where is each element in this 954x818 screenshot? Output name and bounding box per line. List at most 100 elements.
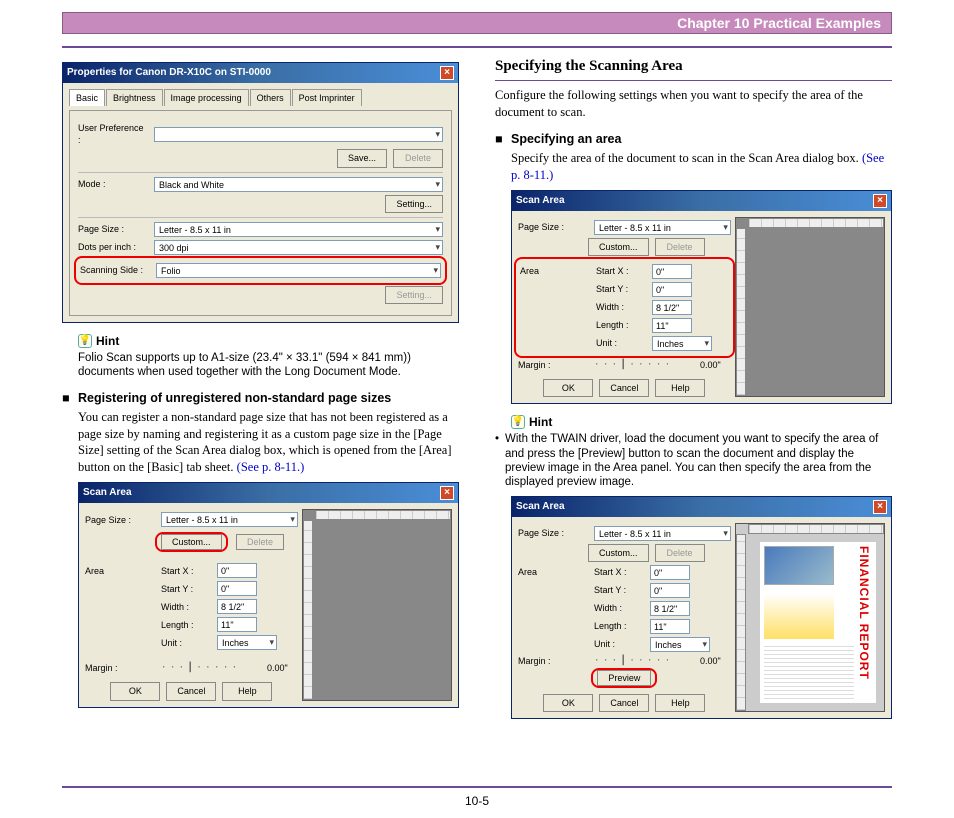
preview-pane[interactable]: FINANCIAL REPORT xyxy=(735,523,885,713)
save-button[interactable]: Save... xyxy=(337,149,387,167)
dpi-combo[interactable]: 300 dpi xyxy=(154,240,443,255)
pagesize-combo[interactable]: Letter - 8.5 x 11 in xyxy=(594,526,731,541)
hint-label: Hint xyxy=(96,333,119,349)
chapter-header: Chapter 10 Practical Examples xyxy=(62,12,892,34)
length-label: Length : xyxy=(596,319,646,331)
mode-setting-button[interactable]: Setting... xyxy=(385,195,443,213)
custom-button[interactable]: Custom... xyxy=(161,534,222,550)
ok-button[interactable]: OK xyxy=(543,379,593,397)
startx-label: Start X : xyxy=(596,265,646,277)
hint-text: With the TWAIN driver, load the document… xyxy=(495,432,892,490)
heading-rule xyxy=(495,80,892,81)
tab-image-processing[interactable]: Image processing xyxy=(164,89,249,106)
ok-button[interactable]: OK xyxy=(110,682,160,700)
preview-page: FINANCIAL REPORT xyxy=(760,542,876,704)
length-input[interactable]: 11" xyxy=(652,318,692,333)
help-button[interactable]: Help xyxy=(655,694,705,712)
body-registering: You can register a non-standard page siz… xyxy=(62,409,459,477)
preview-button[interactable]: Preview xyxy=(597,670,651,686)
pagesize-label: Page Size : xyxy=(85,514,155,526)
delete-button: Delete xyxy=(393,149,443,167)
length-label: Length : xyxy=(161,619,211,631)
preview-pane xyxy=(735,217,885,397)
ruler-horizontal xyxy=(748,524,884,534)
mode-combo[interactable]: Black and White xyxy=(154,177,443,192)
margin-label: Margin : xyxy=(518,655,588,667)
dialog-title: Scan Area xyxy=(83,486,132,500)
mode-label: Mode : xyxy=(78,178,148,190)
ruler-horizontal xyxy=(748,218,884,228)
unit-combo[interactable]: Inches xyxy=(217,635,277,650)
length-input[interactable]: 11" xyxy=(650,619,690,634)
unit-label: Unit : xyxy=(596,337,646,349)
tab-post-imprinter[interactable]: Post Imprinter xyxy=(292,89,362,106)
subhead-registering: Registering of unregistered non-standard… xyxy=(62,390,459,407)
link-p811[interactable]: (See p. 8-11.) xyxy=(237,460,305,474)
width-input[interactable]: 8 1/2" xyxy=(652,300,692,315)
bulb-icon: 💡 xyxy=(511,415,525,429)
side-setting-button: Setting... xyxy=(385,286,443,304)
ruler-vertical xyxy=(303,520,313,699)
delete-button: Delete xyxy=(655,238,705,256)
pagesize-label: Page Size : xyxy=(518,527,588,539)
margin-value: 0.00" xyxy=(267,662,288,674)
width-input[interactable]: 8 1/2" xyxy=(650,601,690,616)
help-button[interactable]: Help xyxy=(655,379,705,397)
pagesize-combo[interactable]: Letter - 8.5 x 11 in xyxy=(161,512,298,527)
userpref-combo[interactable] xyxy=(154,127,443,142)
starty-input[interactable]: 0" xyxy=(650,583,690,598)
header-rule xyxy=(62,46,892,48)
starty-input[interactable]: 0" xyxy=(217,581,257,596)
starty-input[interactable]: 0" xyxy=(652,282,692,297)
margin-slider[interactable]: · · · ┃ · · · · · xyxy=(594,655,694,667)
close-icon[interactable]: × xyxy=(440,486,454,500)
pagesize-label: Page Size : xyxy=(78,223,148,235)
area-label: Area xyxy=(518,566,588,578)
pagesize-combo[interactable]: Letter - 8.5 x 11 in xyxy=(154,222,443,237)
unit-combo[interactable]: Inches xyxy=(650,637,710,652)
tab-brightness[interactable]: Brightness xyxy=(106,89,163,106)
ruler-vertical xyxy=(736,534,746,712)
width-input[interactable]: 8 1/2" xyxy=(217,599,257,614)
dialog-title: Properties for Canon DR-X10C on STI-0000 xyxy=(67,66,271,80)
preview-doc-title: FINANCIAL REPORT xyxy=(856,546,872,700)
heading-scanning-area: Specifying the Scanning Area xyxy=(495,56,892,76)
preview-pane xyxy=(302,509,452,700)
unit-label: Unit : xyxy=(161,637,211,649)
startx-input[interactable]: 0" xyxy=(652,264,692,279)
cancel-button[interactable]: Cancel xyxy=(166,682,216,700)
scan-area-dialog: Scan Area × Page Size : Letter - 8.5 x 11 … xyxy=(78,482,459,707)
margin-slider[interactable]: · · · ┃ · · · · · xyxy=(594,359,694,371)
intro-text: Configure the following settings when yo… xyxy=(495,87,892,121)
pagesize-combo[interactable]: Letter - 8.5 x 11 in xyxy=(594,220,731,235)
cancel-button[interactable]: Cancel xyxy=(599,694,649,712)
close-icon[interactable]: × xyxy=(873,500,887,514)
preview-text xyxy=(764,645,854,699)
length-input[interactable]: 11" xyxy=(217,617,257,632)
dpi-label: Dots per inch : xyxy=(78,241,148,253)
footer-rule xyxy=(62,786,892,788)
unit-combo[interactable]: Inches xyxy=(652,336,712,351)
tab-basic[interactable]: Basic xyxy=(69,89,105,106)
bulb-icon: 💡 xyxy=(78,334,92,348)
properties-dialog: Properties for Canon DR-X10C on STI-0000… xyxy=(62,62,459,323)
margin-slider[interactable]: · · · ┃ · · · · · xyxy=(161,662,261,674)
right-column: Specifying the Scanning Area Configure t… xyxy=(495,56,892,729)
cancel-button[interactable]: Cancel xyxy=(599,379,649,397)
scanside-combo[interactable]: Folio xyxy=(156,263,441,278)
subhead-specifying: Specifying an area xyxy=(495,131,892,148)
scanside-label: Scanning Side : xyxy=(80,264,150,276)
unit-label: Unit : xyxy=(594,638,644,650)
custom-button[interactable]: Custom... xyxy=(588,238,649,256)
body-specifying: Specify the area of the document to scan… xyxy=(495,150,892,184)
startx-input[interactable]: 0" xyxy=(217,563,257,578)
close-icon[interactable]: × xyxy=(873,194,887,208)
custom-button[interactable]: Custom... xyxy=(588,544,649,562)
tab-others[interactable]: Others xyxy=(250,89,291,106)
area-label: Area xyxy=(85,565,155,577)
width-label: Width : xyxy=(161,601,211,613)
startx-input[interactable]: 0" xyxy=(650,565,690,580)
ok-button[interactable]: OK xyxy=(543,694,593,712)
close-icon[interactable]: × xyxy=(440,66,454,80)
help-button[interactable]: Help xyxy=(222,682,272,700)
